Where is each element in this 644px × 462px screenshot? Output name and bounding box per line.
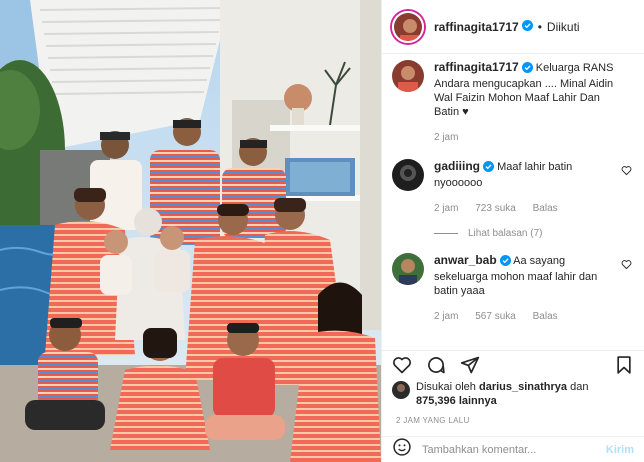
commenter-avatar[interactable] [392,159,424,191]
likes-prefix: Disukai oleh [416,381,476,393]
view-replies-button[interactable]: Lihat balasan (7) [434,228,634,239]
likes-summary: Disukai oleh darius_sinathrya dan 875,39… [392,380,634,408]
author-username[interactable]: raffinagita1717 [434,20,519,34]
comment-username[interactable]: anwar_bab [434,253,497,267]
replies-line [434,233,458,234]
comment-item: anwar_bab Aa sayang sekeluarga mohon maa… [392,253,634,324]
likes-others[interactable]: 875,396 lainnya [416,395,497,407]
comment-like-heart-icon[interactable] [621,257,632,275]
liker-username[interactable]: darius_sinathrya [479,381,567,393]
commenter-avatar[interactable] [392,253,424,285]
action-bar [382,350,644,380]
post-photo[interactable] [0,0,381,462]
verified-badge-icon [499,255,511,270]
comment-like-count[interactable]: 723 suka [475,203,516,214]
caption-time: 2 jam [434,132,459,143]
comment-time: 2 jam [434,203,459,214]
comment-like-heart-icon[interactable] [621,163,632,181]
post-side-panel: raffinagita1717 • Diikuti raffinagita171… [381,0,644,462]
bookmark-icon[interactable] [614,355,634,380]
verified-badge-icon [521,18,533,36]
caption-avatar[interactable] [392,60,424,92]
comment-username[interactable]: gadiiing [434,159,480,173]
comment-icon[interactable] [426,355,446,380]
header-separator: • [537,19,542,34]
comment-like-count[interactable]: 567 suka [475,311,516,322]
share-icon[interactable] [460,355,480,380]
post-comment-button[interactable]: Kirim [606,444,634,456]
heart-icon[interactable] [392,355,412,380]
reply-button[interactable]: Balas [533,311,558,322]
liker-avatar[interactable] [392,381,410,399]
follow-status[interactable]: Diikuti [547,20,580,34]
comment-time: 2 jam [434,311,459,322]
caption: raffinagita1717 Keluarga RANS Andara men… [392,60,634,145]
comments-list[interactable]: raffinagita1717 Keluarga RANS Andara men… [382,60,644,350]
comment-input[interactable] [422,443,606,456]
verified-badge-icon [521,62,533,77]
caption-username[interactable]: raffinagita1717 [434,60,519,74]
family-photo-illustration [0,0,381,462]
post-timestamp[interactable]: 2 JAM YANG LALU [396,416,470,425]
emoji-icon[interactable] [392,437,412,462]
likes-conjunction: dan [570,381,589,393]
add-comment-bar: Kirim [382,436,644,462]
author-avatar[interactable] [392,10,424,43]
reply-button[interactable]: Balas [533,203,558,214]
view-replies-label: Lihat balasan (7) [468,228,543,239]
verified-badge-icon [483,161,494,176]
post-header: raffinagita1717 • Diikuti [382,0,644,54]
comment-item: gadiiing Maaf lahir batin nyoooooo 2 jam… [392,159,634,216]
